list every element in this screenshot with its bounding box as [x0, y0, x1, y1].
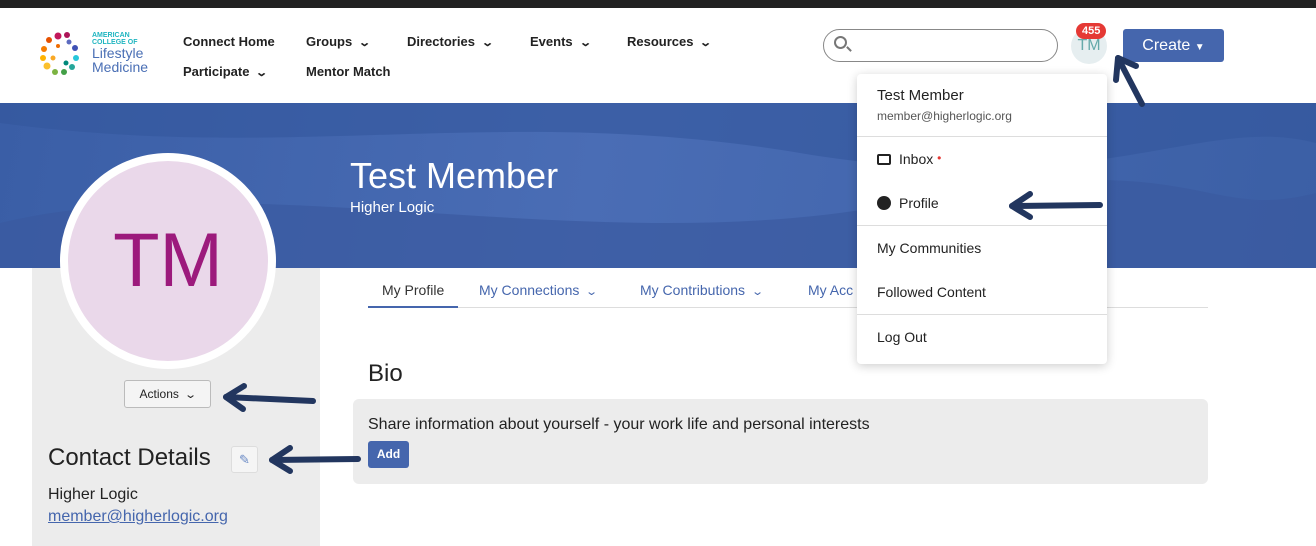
chevron-down-icon: ⌄ — [481, 37, 494, 49]
chevron-down-icon: ⌄ — [184, 389, 198, 401]
nav-label: Events — [530, 34, 573, 49]
logo-dots-icon — [40, 32, 79, 75]
nav-directories[interactable]: Directories ⌄ — [407, 34, 494, 49]
menu-label: Inbox — [899, 151, 934, 167]
chevron-down-icon: ⌄ — [255, 67, 269, 79]
tab-label: My Contributions — [640, 282, 746, 298]
inbox-icon — [877, 154, 891, 165]
divider — [857, 314, 1107, 315]
tab-my-connections[interactable]: My Connections ⌄ — [479, 282, 599, 298]
chevron-down-icon: ⌄ — [578, 37, 592, 49]
profile-name: Test Member — [350, 155, 559, 196]
tab-my-profile[interactable]: My Profile — [368, 282, 459, 308]
user-circle-icon — [877, 196, 891, 210]
nav-label: Mentor Match — [306, 64, 391, 79]
create-label: Create — [1142, 37, 1191, 54]
chevron-down-icon: ⌄ — [585, 286, 599, 298]
add-bio-button[interactable]: Add — [368, 441, 409, 468]
chevron-down-icon: ⌄ — [699, 37, 713, 49]
logo-text: Medicine — [92, 59, 149, 75]
divider — [857, 136, 1107, 137]
unread-dot: • — [937, 151, 942, 165]
divider — [857, 225, 1107, 226]
nav-resources[interactable]: Resources ⌄ — [627, 34, 713, 49]
menu-item-profile[interactable]: Profile — [877, 195, 939, 211]
top-bar — [0, 0, 1316, 8]
dropdown-user-name: Test Member — [877, 87, 964, 104]
profile-avatar: TM — [60, 153, 276, 369]
menu-item-followed-content[interactable]: Followed Content — [877, 284, 986, 300]
logo-text: AMERICAN — [92, 32, 130, 39]
nav-label: Groups — [306, 34, 353, 49]
notification-badge: 455 — [1076, 23, 1107, 39]
nav-label: Resources — [627, 34, 694, 49]
actions-label: Actions — [139, 387, 179, 401]
contact-name: Higher Logic — [48, 486, 138, 503]
search-icon — [834, 36, 847, 49]
menu-item-log-out[interactable]: Log Out — [877, 329, 927, 345]
tab-my-account[interactable]: My Acc — [808, 282, 853, 298]
contact-details-heading: Contact Details — [48, 444, 211, 471]
logo-text: Lifestyle — [92, 45, 144, 61]
bio-heading: Bio — [368, 360, 403, 387]
nav-participate[interactable]: Participate ⌄ — [183, 64, 269, 79]
arrow-icon — [1113, 55, 1145, 107]
menu-label: Profile — [899, 195, 939, 211]
nav-groups[interactable]: Groups ⌄ — [306, 34, 372, 49]
chevron-down-icon: ⌄ — [751, 286, 765, 298]
nav-mentor-match[interactable]: Mentor Match — [306, 64, 391, 79]
menu-item-inbox[interactable]: Inbox • — [877, 151, 941, 167]
tab-my-contributions[interactable]: My Contributions ⌄ — [640, 282, 765, 298]
tab-label: My Connections — [479, 282, 580, 298]
nav-label: Directories — [407, 34, 475, 49]
user-dropdown-menu: Test Member member@higherlogic.org Inbox… — [857, 74, 1107, 364]
bio-box: Share information about yourself - your … — [353, 399, 1208, 484]
logo[interactable]: AMERICAN COLLEGE OF Lifestyle Medicine — [38, 30, 158, 80]
create-button[interactable]: Create ▼ — [1123, 29, 1224, 62]
chevron-down-icon: ⌄ — [358, 37, 372, 49]
nav-label: Participate — [183, 64, 250, 79]
menu-item-my-communities[interactable]: My Communities — [877, 240, 981, 256]
bio-prompt: Share information about yourself - your … — [368, 416, 870, 433]
actions-dropdown[interactable]: Actions ⌄ — [124, 380, 211, 408]
search-input[interactable] — [823, 29, 1058, 62]
contact-email-link[interactable]: member@higherlogic.org — [48, 508, 228, 526]
nav-label: Connect Home — [183, 34, 275, 49]
caret-down-icon: ▼ — [1194, 42, 1205, 53]
pencil-icon: ✎ — [239, 452, 250, 467]
nav-connect-home[interactable]: Connect Home — [183, 34, 275, 49]
edit-contact-button[interactable]: ✎ — [231, 446, 258, 473]
profile-org: Higher Logic — [350, 199, 435, 216]
nav-events[interactable]: Events ⌄ — [530, 34, 592, 49]
dropdown-user-email: member@higherlogic.org — [877, 109, 1012, 123]
